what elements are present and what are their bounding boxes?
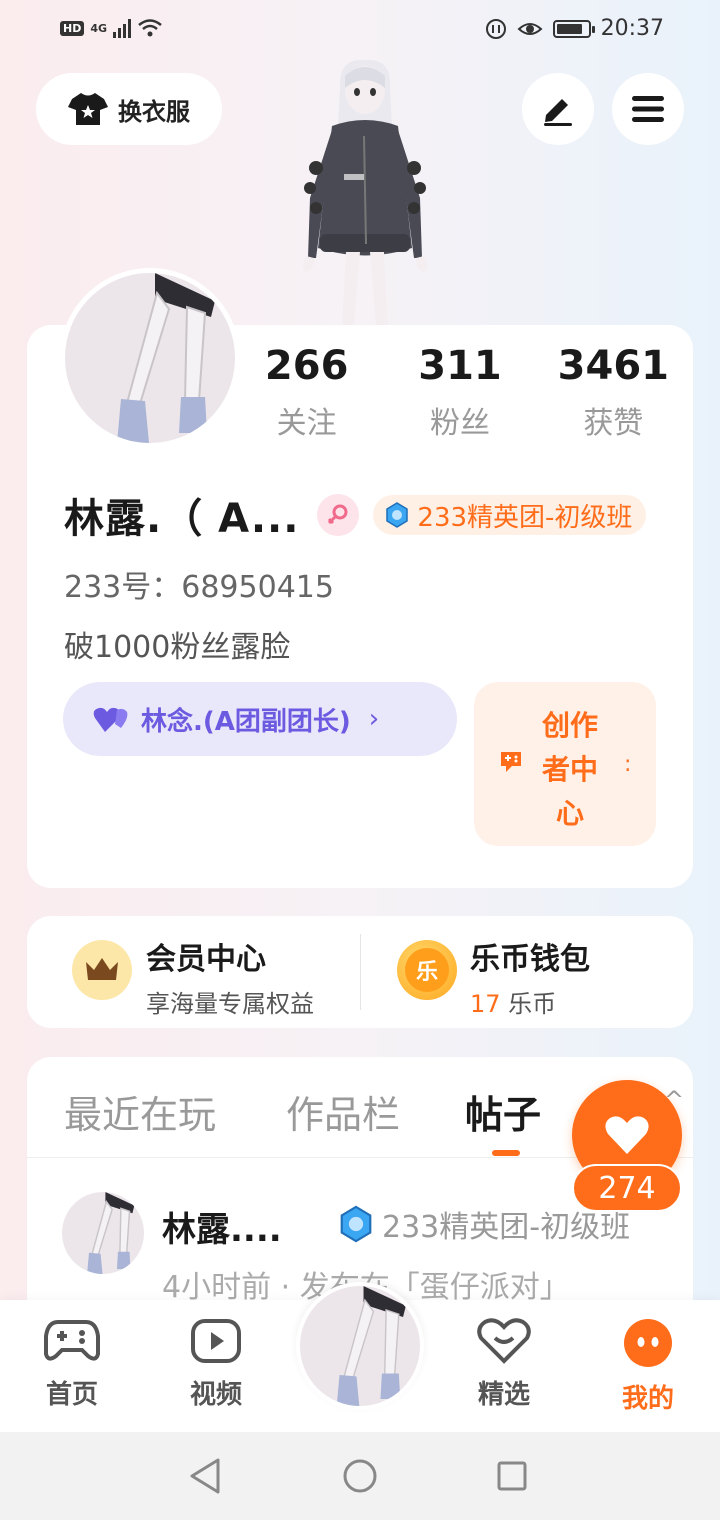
nav-video[interactable]: 视频 bbox=[166, 1318, 266, 1411]
edit-profile-button[interactable] bbox=[522, 73, 594, 145]
female-icon bbox=[317, 494, 360, 536]
coin-amount: 17 bbox=[470, 990, 501, 1018]
profile-avatar[interactable] bbox=[60, 268, 240, 448]
stat-following[interactable]: 266 关注 bbox=[230, 340, 383, 442]
nav-label: 精选 bbox=[477, 1380, 530, 1410]
level-badge-label: 233精英团-初级班 bbox=[417, 502, 633, 533]
nav-label: 视频 bbox=[189, 1380, 242, 1410]
group-chip[interactable]: 林念.(A团副团长) › bbox=[63, 682, 457, 756]
signal-icon bbox=[113, 18, 132, 38]
chevron-right-icon: › bbox=[368, 704, 380, 734]
heart-box-icon bbox=[477, 1318, 531, 1364]
home-circle-icon[interactable] bbox=[342, 1458, 378, 1494]
user-name: 林露.（ A... bbox=[64, 496, 300, 542]
stat-value: 311 bbox=[418, 343, 502, 389]
stat-label: 关注 bbox=[276, 406, 337, 441]
diamond-badge-icon bbox=[340, 1205, 372, 1243]
member-center-subtitle: 享海量专属权益 bbox=[146, 990, 314, 1018]
video-play-icon bbox=[191, 1319, 241, 1363]
nav-avatar-center[interactable] bbox=[296, 1282, 424, 1410]
stat-followers[interactable]: 311 粉丝 bbox=[383, 340, 536, 442]
tab-posts[interactable]: 帖子 bbox=[465, 1084, 541, 1139]
status-bar: HD 4G 20:37 bbox=[0, 0, 720, 62]
post-author-avatar[interactable] bbox=[62, 1192, 144, 1274]
gamepad-icon bbox=[501, 752, 521, 772]
nav-featured[interactable]: 精选 bbox=[454, 1318, 554, 1411]
crown-icon bbox=[72, 940, 132, 1000]
avatar-legs-image bbox=[87, 1192, 135, 1274]
coin-wallet-title[interactable]: 乐币钱包 bbox=[470, 934, 590, 978]
name-row: 林露.（ A... 233精英团-初级班 bbox=[64, 486, 647, 544]
stat-likes[interactable]: 3461 获赞 bbox=[537, 340, 690, 442]
like-count: 274 bbox=[572, 1164, 682, 1212]
user-bio: 破1000粉丝露脸 bbox=[64, 630, 291, 665]
eye-icon bbox=[517, 22, 543, 35]
gamepad-icon bbox=[44, 1320, 100, 1361]
avatar-legs-image bbox=[117, 273, 215, 443]
stat-value: 266 bbox=[264, 343, 349, 389]
tshirt-icon bbox=[68, 93, 108, 125]
back-icon[interactable] bbox=[188, 1458, 222, 1494]
nav-label: 首页 bbox=[45, 1380, 98, 1410]
nav-home[interactable]: 首页 bbox=[22, 1318, 122, 1411]
group-chip-label: 林念.(A团副团长) bbox=[141, 706, 351, 737]
heart-group-icon bbox=[93, 707, 128, 732]
battery-icon bbox=[552, 19, 595, 38]
coin-glyph: 乐 bbox=[405, 948, 449, 992]
creator-center-label: 创作者中心 bbox=[541, 709, 598, 830]
post-author-name[interactable]: 林露.... bbox=[162, 1202, 282, 1251]
diamond-badge-icon bbox=[386, 502, 409, 528]
stats-row: 266 关注 311 粉丝 3461 获赞 bbox=[230, 340, 690, 442]
member-center-title[interactable]: 会员中心 bbox=[146, 934, 266, 978]
nfc-icon bbox=[485, 18, 506, 39]
level-badge[interactable]: 233精英团-初级班 bbox=[373, 495, 647, 535]
stat-label: 获赞 bbox=[583, 406, 644, 441]
network-type: 4G bbox=[90, 21, 108, 35]
nav-label: 我的 bbox=[621, 1384, 674, 1414]
coin-unit: 乐币 bbox=[500, 990, 557, 1018]
menu-icon bbox=[632, 96, 664, 122]
divider bbox=[360, 934, 361, 1010]
tab-indicator bbox=[492, 1150, 520, 1156]
heart-icon bbox=[605, 1116, 649, 1154]
avatar-legs-image bbox=[336, 1286, 406, 1406]
stat-value: 3461 bbox=[557, 343, 669, 389]
menu-button[interactable] bbox=[612, 73, 684, 145]
nav-me[interactable]: 我的 bbox=[598, 1318, 698, 1415]
user-id[interactable]: 233号：68950415 bbox=[64, 562, 334, 606]
avatar-character[interactable] bbox=[290, 58, 440, 328]
hd-indicator: HD bbox=[60, 20, 85, 36]
recents-square-icon[interactable] bbox=[496, 1460, 528, 1492]
stat-label: 粉丝 bbox=[429, 406, 490, 441]
system-navigation-bar bbox=[0, 1432, 720, 1520]
more-dots-icon: : bbox=[624, 752, 632, 777]
tab-works[interactable]: 作品栏 bbox=[286, 1084, 400, 1139]
clock: 20:37 bbox=[600, 16, 664, 41]
wifi-icon bbox=[138, 19, 162, 37]
pencil-icon bbox=[544, 99, 572, 126]
change-outfit-label: 换衣服 bbox=[118, 97, 190, 126]
face-icon bbox=[624, 1319, 672, 1367]
coin-icon: 乐 bbox=[397, 940, 457, 1000]
change-outfit-button[interactable]: 换衣服 bbox=[36, 73, 222, 145]
coin-balance: 17 乐币 bbox=[470, 984, 556, 1019]
creator-center-button[interactable]: 创作者中心 : bbox=[474, 682, 656, 846]
tab-recently-played[interactable]: 最近在玩 bbox=[64, 1084, 216, 1139]
